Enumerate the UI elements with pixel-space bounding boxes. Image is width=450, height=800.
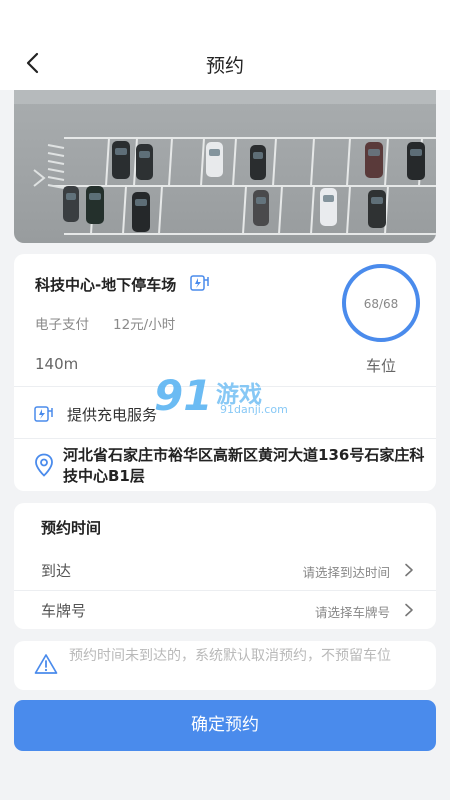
parking-address: 河北省石家庄市裕华区高新区黄河大道136号石家庄科技中心B1层 <box>63 446 425 485</box>
arrival-label: 到达 <box>41 562 72 580</box>
cancellation-notice: 预约时间未到达的，系统默认取消预约，不预留车位 <box>69 648 391 664</box>
charging-service-label: 提供充电服务 <box>67 406 158 424</box>
chevron-right-icon <box>405 563 413 577</box>
parking-lot-name: 科技中心-地下停车场 <box>35 276 177 294</box>
charging-service-icon <box>34 406 53 422</box>
page-title: 预约 <box>205 55 244 77</box>
notice-card: 预约时间未到达的，系统默认取消预约，不预留车位 <box>14 641 436 690</box>
plate-number-hint: 请选择车牌号 <box>314 605 390 620</box>
plate-number-row[interactable]: 车牌号 请选择车牌号 <box>14 591 436 629</box>
top-bar: 预约 <box>0 0 450 90</box>
watermark-number: 91 <box>154 371 213 420</box>
parking-price: 12元/小时 <box>113 317 176 333</box>
confirm-reservation-button[interactable]: 确定预约 <box>14 700 436 751</box>
warning-icon <box>34 654 58 674</box>
arrival-time-hint: 请选择到达时间 <box>302 565 390 580</box>
watermark-logo: 91 游戏 91danji.com <box>154 371 294 423</box>
watermark-url: 91danji.com <box>220 403 288 416</box>
divider <box>14 438 436 439</box>
spaces-label: 车位 <box>365 357 396 375</box>
arrival-time-row[interactable]: 到达 请选择到达时间 <box>14 551 436 589</box>
location-pin-icon <box>35 453 53 477</box>
availability-count: 68/68 <box>363 297 399 311</box>
chevron-right-icon <box>405 603 413 617</box>
parking-lot-photo <box>14 90 436 243</box>
plate-number-label: 车牌号 <box>41 602 87 620</box>
reservation-card: 预约时间 到达 请选择到达时间 车牌号 请选择车牌号 <box>14 503 436 629</box>
section-title: 预约时间 <box>41 519 102 537</box>
payment-method: 电子支付 <box>35 317 89 333</box>
distance: 140m <box>35 355 79 373</box>
charging-station-icon <box>190 275 209 291</box>
